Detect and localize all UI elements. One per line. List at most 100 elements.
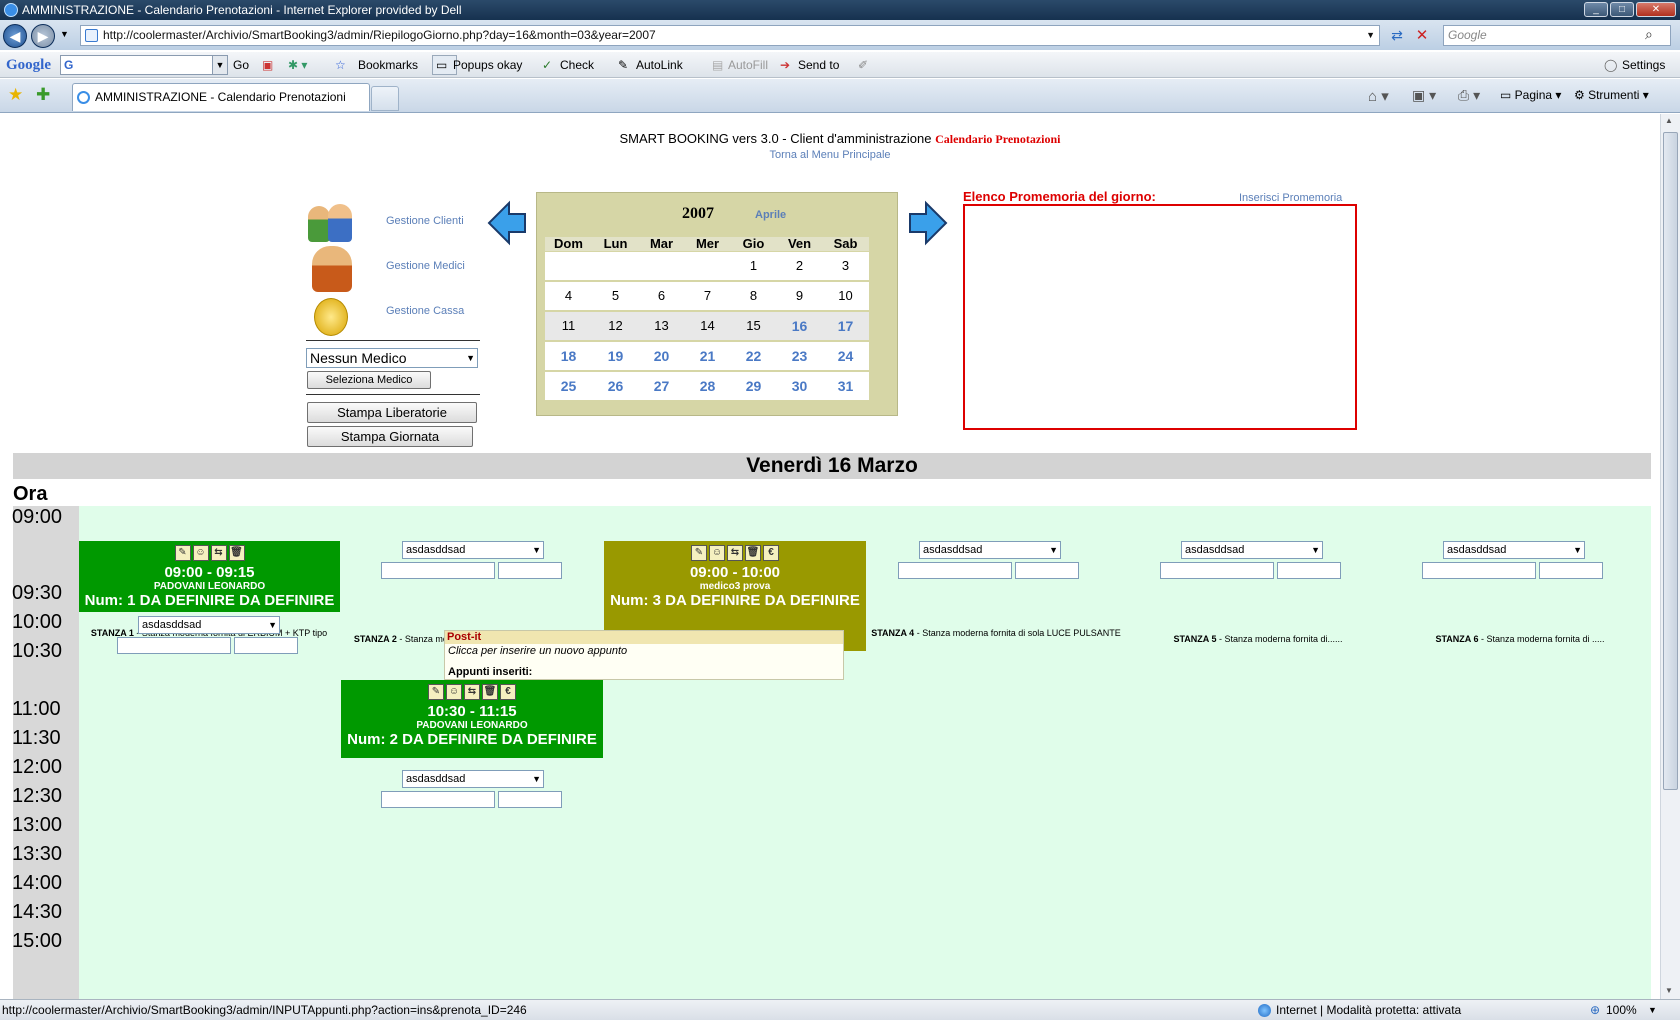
medico-select[interactable]: Nessun Medico ▼ bbox=[306, 348, 478, 368]
euro-icon[interactable]: € bbox=[763, 545, 779, 561]
new-tab-button[interactable] bbox=[371, 86, 399, 111]
calendar-day[interactable]: 17 bbox=[822, 312, 869, 340]
scroll-down-icon[interactable]: ▼ bbox=[1665, 986, 1673, 995]
zoom-dropdown-icon[interactable]: ▼ bbox=[1648, 1000, 1657, 1020]
minimize-button[interactable]: _ bbox=[1584, 2, 1608, 17]
calendar-day[interactable]: 4 bbox=[545, 282, 592, 310]
booking-note-input[interactable] bbox=[1160, 562, 1274, 579]
calendar-day[interactable]: 21 bbox=[684, 342, 731, 370]
refresh-icon[interactable]: ⇄ bbox=[1387, 27, 1407, 45]
calendar-day[interactable]: 9 bbox=[776, 282, 823, 310]
calendar-day[interactable]: 27 bbox=[638, 372, 685, 400]
booking-note-input[interactable] bbox=[898, 562, 1012, 579]
prev-month-arrow-icon[interactable] bbox=[487, 200, 527, 246]
gestione-cassa-link[interactable]: Gestione Cassa bbox=[386, 305, 464, 317]
calendar-day[interactable]: 18 bbox=[545, 342, 592, 370]
calendar-day[interactable]: 25 bbox=[545, 372, 592, 400]
maximize-button[interactable]: □ bbox=[1610, 2, 1634, 17]
strumenti-menu[interactable]: ⚙ Strumenti ▾ bbox=[1574, 88, 1649, 102]
booking-phone-input[interactable] bbox=[498, 791, 562, 808]
pencil-icon[interactable]: ✐ bbox=[858, 52, 868, 78]
add-favorite-icon[interactable]: ✚ bbox=[36, 85, 50, 105]
booking-note-input[interactable] bbox=[381, 562, 495, 579]
postit-popup[interactable]: Post-it Clicca per inserire un nuovo app… bbox=[444, 630, 844, 680]
autolink-button[interactable]: AutoLink bbox=[636, 52, 683, 78]
promemoria-box[interactable] bbox=[963, 204, 1357, 430]
calendar-day[interactable]: 16 bbox=[776, 312, 823, 340]
calendar-day[interactable]: 29 bbox=[730, 372, 777, 400]
stampa-giornata-button[interactable]: Stampa Giornata bbox=[307, 426, 473, 447]
check-button[interactable]: Check bbox=[560, 52, 594, 78]
tab-active[interactable]: AMMINISTRAZIONE - Calendario Prenotazion… bbox=[72, 83, 370, 111]
booking-phone-input[interactable] bbox=[498, 562, 562, 579]
forward-button[interactable]: ▶ bbox=[31, 24, 55, 48]
feeds-icon[interactable]: ▣ ▾ bbox=[1412, 87, 1436, 104]
calendar-day[interactable]: 24 bbox=[822, 342, 869, 370]
back-button[interactable]: ◀ bbox=[3, 24, 27, 48]
booking-phone-input[interactable] bbox=[1015, 562, 1079, 579]
favorites-star-icon[interactable]: ★ bbox=[8, 85, 23, 105]
seleziona-medico-button[interactable]: Seleziona Medico bbox=[307, 371, 431, 389]
go-button[interactable]: Go bbox=[233, 52, 249, 78]
appointment-card[interactable]: ✎ ☺ ⇆ 🗑 09:00 - 09:15 PADOVANI LEONARDO Num… bbox=[79, 541, 340, 612]
popups-button[interactable]: ▭ Popups okay bbox=[432, 55, 522, 75]
calendar-day[interactable]: 2 bbox=[776, 252, 823, 280]
autofill-button[interactable]: AutoFill bbox=[728, 52, 768, 78]
user-icon[interactable]: ☺ bbox=[192, 545, 209, 561]
inserisci-promemoria-link[interactable]: Inserisci Promemoria bbox=[1239, 192, 1342, 204]
calendar-day[interactable]: 3 bbox=[822, 252, 869, 280]
user-icon[interactable]: ☺ bbox=[446, 684, 462, 700]
calendar-day[interactable]: 14 bbox=[684, 312, 731, 340]
calendar-day[interactable]: 11 bbox=[545, 312, 592, 340]
bookmarks-button[interactable]: Bookmarks bbox=[358, 52, 418, 78]
booking-phone-input[interactable] bbox=[1539, 562, 1603, 579]
google-search-box[interactable]: G ▼ bbox=[60, 55, 228, 75]
booking-note-input[interactable] bbox=[381, 791, 495, 808]
trash-icon[interactable]: 🗑 bbox=[745, 545, 761, 561]
edit-note-icon[interactable]: ✎ bbox=[428, 684, 444, 700]
news-icon[interactable]: ▣ bbox=[262, 52, 273, 78]
calendar-day[interactable]: 13 bbox=[638, 312, 685, 340]
stop-icon[interactable]: ✕ bbox=[1412, 26, 1432, 44]
euro-icon[interactable]: € bbox=[500, 684, 516, 700]
appointment-card[interactable]: ✎ ☺ ⇆ 🗑 € 10:30 - 11:15 PADOVANI LEONARDO Nu… bbox=[341, 680, 603, 758]
calendar-day[interactable]: 26 bbox=[592, 372, 639, 400]
calendar-day[interactable]: 23 bbox=[776, 342, 823, 370]
gestione-medici-link[interactable]: Gestione Medici bbox=[386, 260, 465, 272]
gestione-clienti-link[interactable]: Gestione Clienti bbox=[386, 215, 464, 227]
address-input[interactable]: http://coolermaster/Archivio/SmartBookin… bbox=[80, 25, 1380, 46]
calendar-day[interactable]: 15 bbox=[730, 312, 777, 340]
calendar-day[interactable]: 10 bbox=[822, 282, 869, 310]
trash-icon[interactable]: 🗑 bbox=[228, 545, 245, 561]
booking-select[interactable]: asdasddsad ▼ bbox=[1181, 541, 1323, 559]
search-input[interactable]: Google bbox=[1443, 25, 1671, 46]
calendar-day[interactable]: 31 bbox=[822, 372, 869, 400]
calendar-day[interactable]: 20 bbox=[638, 342, 685, 370]
calendar-day[interactable]: 22 bbox=[730, 342, 777, 370]
calendar-day[interactable]: 30 bbox=[776, 372, 823, 400]
pagina-menu[interactable]: ▭ Pagina ▾ bbox=[1500, 88, 1561, 102]
calendar-day[interactable]: 1 bbox=[730, 252, 777, 280]
booking-select[interactable]: asdasddsad ▼ bbox=[138, 616, 280, 634]
booking-select[interactable]: asdasddsad ▼ bbox=[402, 541, 544, 559]
calendar-day[interactable]: 6 bbox=[638, 282, 685, 310]
calendar-day[interactable]: 8 bbox=[730, 282, 777, 310]
clients-icon[interactable] bbox=[308, 202, 354, 244]
vertical-scrollbar[interactable]: ▲ ▼ bbox=[1660, 114, 1680, 999]
address-dropdown-icon[interactable]: ▼ bbox=[1366, 26, 1375, 45]
scroll-up-icon[interactable]: ▲ bbox=[1665, 116, 1673, 125]
booking-select[interactable]: asdasddsad ▼ bbox=[402, 770, 544, 788]
calendar-day[interactable]: 5 bbox=[592, 282, 639, 310]
calendar-day[interactable]: 12 bbox=[592, 312, 639, 340]
edit-note-icon[interactable]: ✎ bbox=[174, 545, 191, 561]
booking-note-input[interactable] bbox=[117, 637, 231, 654]
status-zone[interactable]: Internet | Modalità protetta: attivata bbox=[1276, 1000, 1461, 1020]
next-month-link[interactable]: Aprile bbox=[755, 209, 786, 221]
history-dropdown-icon[interactable]: ▼ bbox=[60, 29, 69, 39]
move-icon[interactable]: ⇆ bbox=[464, 684, 480, 700]
sendto-button[interactable]: Send to bbox=[798, 52, 839, 78]
close-window-button[interactable]: ✕ bbox=[1636, 2, 1676, 17]
calendar-day[interactable]: 19 bbox=[592, 342, 639, 370]
scroll-thumb[interactable] bbox=[1663, 132, 1678, 790]
settings-button[interactable]: Settings bbox=[1622, 52, 1665, 78]
